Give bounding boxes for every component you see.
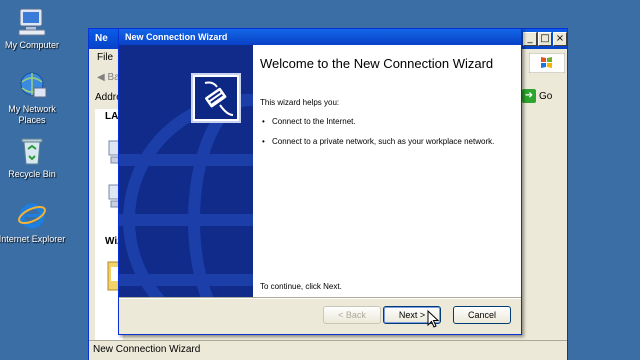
bullet-icon: •	[262, 117, 265, 126]
windows-logo-icon	[528, 52, 566, 74]
wizard-title: New Connection Wizard	[125, 32, 228, 42]
computer-icon	[16, 6, 48, 38]
internet-explorer-icon	[16, 200, 48, 232]
go-button[interactable]: ➜ Go	[522, 87, 562, 105]
status-bar: New Connection Wizard	[89, 340, 567, 360]
back-button[interactable]: ◀ Ba	[97, 72, 120, 83]
bullet-icon: •	[262, 137, 265, 146]
wizard-banner	[119, 45, 253, 297]
wizard-content: Welcome to the New Connection Wizard Thi…	[253, 45, 521, 297]
menu-file[interactable]: File	[97, 52, 113, 63]
desktop-icon-my-computer[interactable]: My Computer	[0, 6, 70, 51]
button-separator	[119, 297, 521, 299]
go-arrow-icon: ➜	[522, 89, 536, 103]
close-button[interactable]: ×	[553, 32, 567, 46]
new-connection-wizard-dialog: New Connection Wizard Welcome to the New…	[118, 28, 522, 335]
minimize-button[interactable]: _	[523, 32, 537, 46]
cancel-button[interactable]: Cancel	[453, 306, 511, 324]
desktop-icon-label: My Computer	[4, 40, 59, 50]
bg-window-title: Ne	[95, 33, 108, 44]
desktop-icon-label: My Network Places	[8, 104, 56, 125]
back-arrow-icon: ◀	[97, 72, 108, 83]
network-plug-icon	[191, 73, 241, 123]
desktop-icon-label: Internet Explorer	[0, 234, 66, 244]
recycle-bin-icon	[16, 135, 48, 167]
back-button[interactable]: < Back	[323, 306, 381, 324]
desktop-icon-recycle-bin[interactable]: Recycle Bin	[0, 135, 70, 180]
maximize-button[interactable]: □	[538, 32, 552, 46]
continue-hint: To continue, click Next.	[260, 282, 342, 291]
mouse-pointer-icon	[427, 309, 440, 328]
desktop-icon-my-network-places[interactable]: My Network Places	[0, 70, 70, 126]
desktop-icon-internet-explorer[interactable]: Internet Explorer	[0, 200, 70, 245]
desktop-icon-label: Recycle Bin	[8, 169, 56, 179]
status-text: New Connection Wizard	[93, 344, 201, 355]
wizard-heading: Welcome to the New Connection Wizard	[260, 56, 494, 71]
wizard-intro: This wizard helps you:	[260, 98, 340, 107]
wizard-titlebar[interactable]: New Connection Wizard	[119, 29, 521, 45]
network-places-icon	[16, 70, 48, 102]
